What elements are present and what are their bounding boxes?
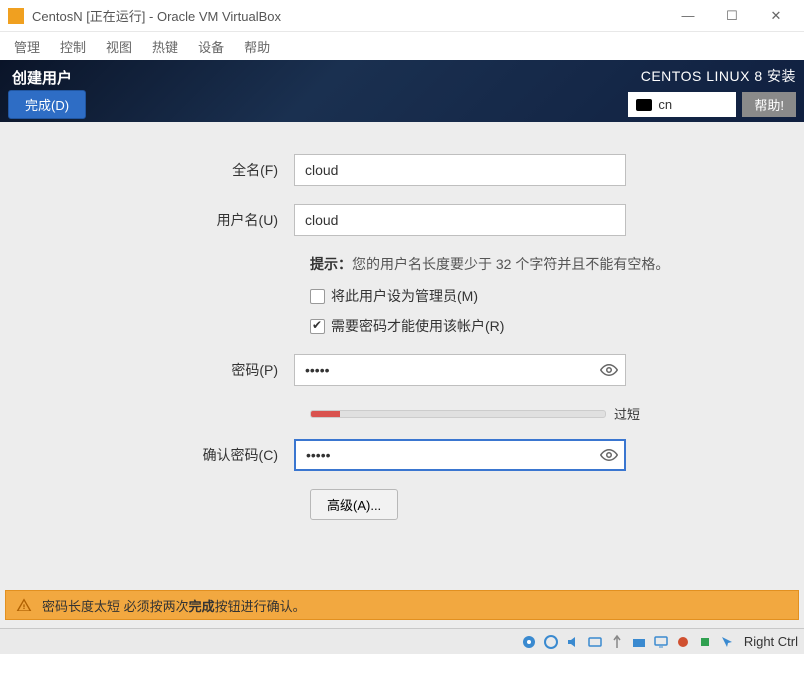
password-strength-meter: [310, 410, 606, 418]
host-key-label: Right Ctrl: [740, 634, 798, 649]
eye-icon[interactable]: [600, 361, 618, 379]
network-icon[interactable]: [586, 633, 604, 651]
menu-machine[interactable]: 控制: [50, 33, 96, 60]
recording-icon[interactable]: [674, 633, 692, 651]
hint-prefix: 提示：: [310, 256, 352, 272]
vbox-title: CentosN [正在运行] - Oracle VM VirtualBox: [32, 6, 680, 25]
help-button[interactable]: 帮助!: [742, 92, 796, 117]
menu-input[interactable]: 热键: [142, 33, 188, 60]
vbox-app-icon: [8, 8, 24, 24]
installer-header: 创建用户 完成(D) CENTOS LINUX 8 安装 cn 帮助!: [0, 60, 804, 122]
maximize-button[interactable]: ☐: [724, 8, 740, 24]
header-right: CENTOS LINUX 8 安装 cn 帮助!: [628, 66, 796, 117]
installer-screen: 创建用户 完成(D) CENTOS LINUX 8 安装 cn 帮助! 全名(F…: [0, 60, 804, 654]
password-label: 密码(P): [24, 360, 294, 380]
username-input[interactable]: [294, 204, 626, 236]
hint-text: 您的用户名长度要少于 32 个字符并且不能有空格。: [352, 256, 669, 272]
usb-icon[interactable]: [608, 633, 626, 651]
keyboard-layout-label: cn: [658, 97, 672, 112]
done-button[interactable]: 完成(D): [8, 90, 86, 119]
cpu-icon[interactable]: [696, 633, 714, 651]
fullname-label: 全名(F): [24, 160, 294, 180]
close-button[interactable]: ✕: [768, 8, 784, 24]
optical-disk-icon[interactable]: [542, 633, 560, 651]
username-hint: 提示：您的用户名长度要少于 32 个字符并且不能有空格。: [310, 254, 756, 274]
vbox-titlebar: CentosN [正在运行] - Oracle VM VirtualBox — …: [0, 0, 804, 32]
vbox-menubar: 管理 控制 视图 热键 设备 帮助: [0, 32, 804, 60]
password-input[interactable]: [294, 354, 626, 386]
confirm-password-input[interactable]: [294, 439, 626, 471]
fullname-input[interactable]: [294, 154, 626, 186]
user-form: 全名(F) 用户名(U) 提示：您的用户名长度要少于 32 个字符并且不能有空格…: [0, 122, 804, 520]
product-name: CENTOS LINUX 8 安装: [641, 66, 796, 86]
hard-disk-icon[interactable]: [520, 633, 538, 651]
keyboard-layout[interactable]: cn: [628, 92, 736, 117]
vbox-statusbar: Right Ctrl: [0, 628, 804, 654]
admin-checkbox[interactable]: [310, 289, 325, 304]
require-password-label: 需要密码才能使用该帐户(R): [331, 316, 504, 336]
advanced-button[interactable]: 高级(A)...: [310, 489, 398, 520]
display-icon[interactable]: [652, 633, 670, 651]
confirm-label: 确认密码(C): [24, 445, 294, 465]
window-controls: — ☐ ✕: [680, 8, 796, 24]
username-label: 用户名(U): [24, 210, 294, 230]
warning-text: 密码长度太短 必须按两次完成按钮进行确认。: [42, 596, 306, 615]
menu-help[interactable]: 帮助: [234, 33, 280, 60]
menu-manage[interactable]: 管理: [4, 33, 50, 60]
require-password-checkbox[interactable]: [310, 319, 325, 334]
minimize-button[interactable]: —: [680, 8, 696, 24]
menu-view[interactable]: 视图: [96, 33, 142, 60]
admin-label: 将此用户设为管理员(M): [331, 286, 478, 306]
audio-icon[interactable]: [564, 633, 582, 651]
password-strength-label: 过短: [614, 404, 640, 423]
shared-folder-icon[interactable]: [630, 633, 648, 651]
page-title: 创建用户: [12, 67, 72, 88]
warning-icon: [16, 597, 32, 613]
keyboard-icon: [636, 99, 652, 111]
warning-bar: 密码长度太短 必须按两次完成按钮进行确认。: [5, 590, 799, 620]
menu-devices[interactable]: 设备: [188, 33, 234, 60]
eye-icon[interactable]: [600, 446, 618, 464]
mouse-integration-icon[interactable]: [718, 633, 736, 651]
